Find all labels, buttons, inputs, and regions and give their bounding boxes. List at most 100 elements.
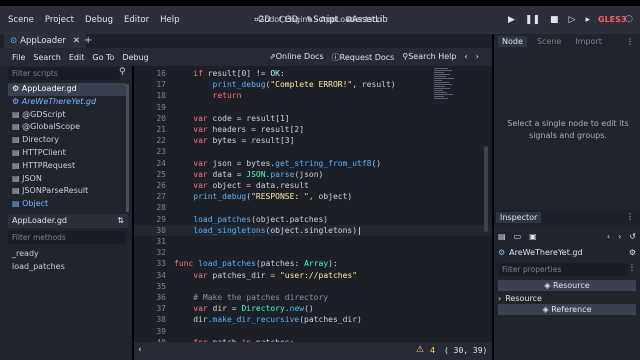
code-line[interactable]: 22 var bytes = result[3] (134, 135, 492, 146)
script-item[interactable]: ⚙ AreWeThereYet.gd (8, 96, 126, 109)
code-line[interactable]: 27 print_debug("RESPONSE: ", object) (134, 191, 492, 202)
request-docs-button[interactable]: ⓘRequest Docs (332, 52, 395, 63)
code-line[interactable]: 20 var code = result[1] (134, 113, 492, 124)
update-spinner-icon[interactable]: ◌ (625, 14, 633, 24)
doc-item[interactable]: ▤ JSONParseResult (8, 185, 126, 198)
object-menu-icon[interactable]: ⚙ (629, 248, 636, 257)
workspace-script[interactable]: ✎Script (306, 15, 338, 25)
script-item[interactable]: ⚙ AppLoader.gd (8, 83, 126, 96)
code-line[interactable]: 18 return (134, 90, 492, 101)
menu-project[interactable]: Project (45, 15, 74, 25)
sort-icon[interactable]: ⇅ (117, 214, 124, 228)
doc-item[interactable]: ▤ @GlobalScope (8, 121, 126, 134)
code-line[interactable]: 23 (134, 146, 492, 157)
workspace-assetlib[interactable]: ⧉AssetLib (346, 15, 388, 25)
play-scene-icon[interactable]: ▷ (569, 15, 576, 25)
line-number: 21 (156, 125, 166, 134)
menu-goto[interactable]: Go To (92, 53, 114, 62)
line-number: 16 (156, 69, 166, 78)
code-line[interactable]: 29 load_patches(object.patches) (134, 214, 492, 225)
play-custom-icon[interactable]: ▸ (585, 15, 590, 25)
load-icon[interactable]: ▭ (514, 232, 522, 241)
tab-apploader[interactable]: ⊙ AppLoader ✕ (4, 34, 86, 48)
code-line[interactable]: 30 load_singletons(object.singletons)| (134, 224, 492, 236)
online-docs-button[interactable]: ⇗Online Docs (269, 52, 324, 63)
menu-debug[interactable]: Debug (85, 15, 113, 25)
code-line[interactable]: 28 (134, 202, 492, 213)
code-line[interactable]: 17 print_debug("Complete ERROR!", result… (134, 79, 492, 90)
history-icon[interactable]: ↺ (629, 232, 636, 241)
method-item[interactable]: load_patches (8, 261, 126, 274)
code-text: return (212, 91, 242, 101)
doc-item[interactable]: ▤ @GDScript (8, 109, 126, 122)
menu-search[interactable]: Search (33, 53, 60, 62)
add-tab-icon[interactable]: + (84, 34, 92, 48)
code-line[interactable]: 38 dir.make_dir_recursive(patches_dir) (134, 314, 492, 325)
code-text: load_patches(object.patches) (193, 214, 329, 224)
menu-edit[interactable]: Edit (69, 53, 85, 62)
code-line[interactable]: 34 var patches_dir = "user://patches" (134, 270, 492, 281)
back-icon[interactable]: ‹ (607, 232, 610, 241)
line-number: 18 (156, 91, 166, 101)
code-line[interactable]: 21 var headers = result[2] (134, 124, 492, 135)
forward-icon[interactable]: › (618, 232, 621, 241)
code-line[interactable]: 35 (134, 281, 492, 292)
code-line[interactable]: 16 if result[0] != OK: (134, 68, 492, 79)
workspace-3d[interactable]: ⬡3D (279, 15, 298, 25)
workspace-2d[interactable]: ⌗2D (254, 15, 271, 25)
code-line[interactable]: 26 var object = data.result (134, 180, 492, 191)
resource-group[interactable]: › Resource (498, 292, 636, 304)
new-resource-icon[interactable]: ▤ (498, 232, 506, 241)
tab-node[interactable]: Node (498, 35, 527, 47)
code-line[interactable]: 37 var dir = Directory.new() (134, 303, 492, 314)
search-icon: ⚲ (119, 67, 126, 77)
code-line[interactable]: 19 (134, 102, 492, 113)
filter-scripts-input[interactable]: Filter scripts (8, 67, 120, 80)
code-line[interactable]: 25 var data = JSON.parse(json) (134, 169, 492, 180)
doc-item[interactable]: ▤ JSON (8, 173, 126, 186)
filter-properties-input[interactable]: Filter properties (498, 263, 628, 276)
dock-menu-icon[interactable]: ⋮ (626, 37, 634, 46)
code-line[interactable]: 33 func load_patches(patches: Array): (134, 258, 492, 269)
property-menu-icon[interactable]: ⋮ (628, 263, 636, 272)
search-help-button[interactable]: ⚲Search Help (402, 52, 456, 63)
scripts-scrollbar[interactable] (126, 84, 129, 212)
tab-import[interactable]: Import (571, 36, 606, 47)
doc-item[interactable]: ▤ HTTPRequest (8, 160, 126, 173)
doc-item[interactable]: ▤ HTTPClient (8, 147, 126, 160)
renderer-selector[interactable]: GLES3 (598, 15, 626, 24)
menu-editor[interactable]: Editor (124, 15, 149, 25)
dock-menu-icon[interactable]: ⋮ (626, 212, 634, 221)
prev-script-icon[interactable]: ‹ (464, 52, 467, 63)
code-editor[interactable]: 16 if result[0] != OK: 17 print_debug("Co… (134, 66, 492, 342)
filter-methods-input[interactable]: Filter methods (8, 231, 126, 244)
editor-scrollbar[interactable] (484, 146, 488, 232)
stop-icon[interactable]: ■ (550, 15, 559, 25)
menu-help[interactable]: Help (160, 15, 179, 25)
code-line[interactable]: 31 (134, 236, 492, 247)
line-number: 39 (156, 326, 166, 336)
code-line[interactable]: 32 (134, 247, 492, 258)
method-item[interactable]: _ready (8, 248, 126, 261)
play-icon[interactable]: ▶ (508, 15, 515, 25)
next-script-icon[interactable]: › (476, 52, 479, 63)
menu-scene[interactable]: Scene (8, 15, 34, 25)
code-line[interactable]: 24 var json = bytes.get_string_from_utf8… (134, 158, 492, 169)
menu-file[interactable]: File (12, 53, 25, 62)
code-line[interactable]: 36 # Make the patches directory (134, 292, 492, 303)
doc-item[interactable]: ▤ Directory (8, 134, 126, 147)
menu-script-debug[interactable]: Debug (122, 53, 148, 62)
code-line[interactable]: 39 (134, 326, 492, 337)
doc-icon: ▤ (12, 147, 23, 157)
tab-scene[interactable]: Scene (533, 36, 565, 47)
doc-item[interactable]: ▤ Object (8, 198, 126, 211)
inspected-object[interactable]: ⚙ AreWeThereYet.gd ⚙ (498, 246, 636, 258)
toggle-panel-icon[interactable]: ‹ (138, 345, 142, 355)
save-icon[interactable]: ▣ (529, 232, 537, 241)
pause-icon[interactable]: ❚❚ (525, 15, 540, 25)
help-icon: ⓘ (331, 53, 340, 62)
tab-inspector[interactable]: Inspector (496, 212, 542, 223)
close-icon[interactable]: ✕ (73, 36, 80, 46)
warning-icon[interactable]: ⚠ (416, 345, 424, 355)
line-number: 30 (156, 225, 166, 235)
